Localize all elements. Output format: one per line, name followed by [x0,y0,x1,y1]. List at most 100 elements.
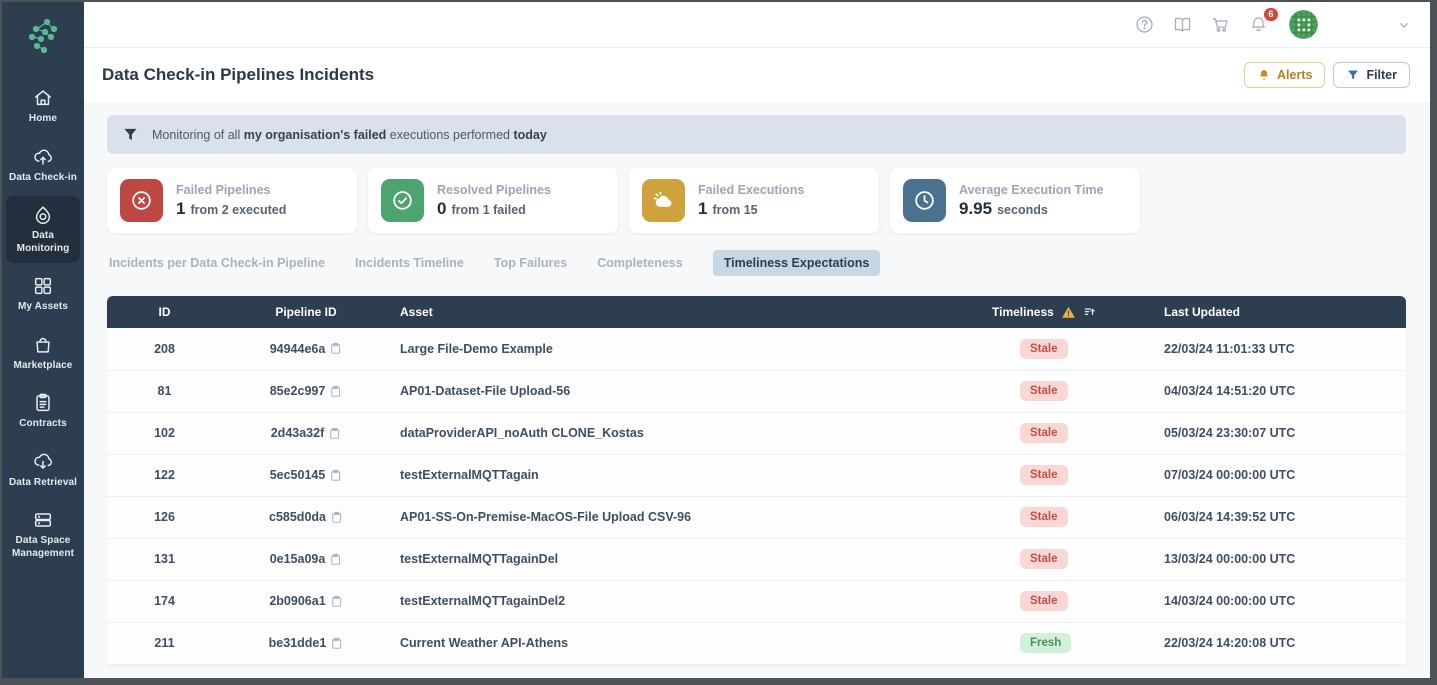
sidebar-item-label: Data Monitoring [16,230,70,254]
tab-completeness[interactable]: Completeness [597,250,682,276]
filter-button[interactable]: Filter [1333,62,1410,88]
sidebar-item-label: Contracts [19,418,67,429]
sidebar-item-label: Home [28,113,58,124]
cell-timeliness: Stale [982,370,1154,413]
cell-id: 102 [107,412,222,455]
documentation-book-icon[interactable] [1172,14,1193,35]
table-header-row: ID Pipeline ID Asset Timeliness Last Upd… [107,296,1406,328]
cell-id: 131 [107,538,222,581]
table-row[interactable]: 131 0e15a09a testExternalMQTTagainDel St… [107,538,1406,581]
filter-button-label: Filter [1366,68,1397,82]
table-row[interactable]: 174 2b0906a1 testExternalMQTTagainDel2 S… [107,580,1406,623]
cell-id: 126 [107,496,222,539]
avatar[interactable] [1289,10,1318,39]
table-row[interactable]: 211 be31dde1 Current Weather API-Athens … [107,622,1406,665]
alerts-button[interactable]: Alerts [1244,62,1326,88]
cell-timeliness: Stale [982,412,1154,455]
page-header: Data Check-in Pipelines Incidents Alerts… [84,48,1430,102]
cell-timeliness: Stale [982,580,1154,623]
sidebar-item-home[interactable]: Home [6,79,80,134]
cell-pipeline-id: 94944e6a [222,328,390,371]
column-header-asset[interactable]: Asset [390,296,982,328]
cloud-upload-icon [32,146,54,168]
chevron-down-icon[interactable] [1396,17,1412,33]
tab-incidents-per-pipeline[interactable]: Incidents per Data Check-in Pipeline [109,250,325,276]
column-header-pipeline-id[interactable]: Pipeline ID [222,296,390,328]
notifications-bell-icon[interactable]: 6 [1248,8,1278,35]
cell-last-updated: 05/03/24 23:30:07 UTC [1154,412,1406,455]
cell-asset: testExternalMQTTagainDel2 [390,580,982,623]
tab-top-failures[interactable]: Top Failures [494,250,567,276]
cart-icon[interactable] [1210,14,1231,35]
copy-icon[interactable] [329,385,342,398]
cell-pipeline-id: 5ec50145 [222,454,390,497]
failed-executions-icon [642,179,685,222]
tab-incidents-timeline[interactable]: Incidents Timeline [355,250,464,276]
topbar: 6 [84,2,1430,48]
sort-icon[interactable] [1083,305,1097,319]
column-header-last-updated[interactable]: Last Updated [1154,296,1406,328]
stat-card-average-execution-time: Average Execution Time 9.95 seconds [890,168,1140,233]
clipboard-icon [32,392,54,414]
cell-last-updated: 13/03/24 00:00:00 UTC [1154,538,1406,581]
table-row[interactable]: 208 94944e6a Large File-Demo Example Sta… [107,328,1406,371]
main-area: 6 Data Check-in Pipelines Incidents Aler… [84,2,1430,678]
server-icon [32,509,54,531]
table-row[interactable]: 81 85e2c997 AP01-Dataset-File Upload-56 … [107,370,1406,413]
stat-label: Failed Pipelines [176,182,271,197]
cell-pipeline-id: 85e2c997 [222,370,390,413]
stat-card-resolved-pipelines: Resolved Pipelines 0 from 1 failed [368,168,618,233]
timeliness-badge: Stale [1020,549,1068,569]
cell-asset: Current Weather API-Athens [390,622,982,665]
cell-timeliness: Stale [982,496,1154,539]
sidebar-item-data-retrieval[interactable]: Data Retrieval [6,443,80,498]
stat-value: 9.95 [959,198,993,218]
cell-last-updated: 07/03/24 00:00:00 UTC [1154,454,1406,497]
copy-icon[interactable] [329,469,342,482]
copy-icon[interactable] [330,595,343,608]
brand-logo[interactable] [2,2,84,77]
column-header-timeliness[interactable]: Timeliness [982,296,1154,328]
cell-pipeline-id: 2b0906a1 [222,580,390,623]
home-icon [32,87,54,109]
tab-timeliness-expectations[interactable]: Timeliness Expectations [712,250,881,276]
sidebar-item-data-space-management[interactable]: Data Space Management [6,501,80,568]
table-row[interactable]: 126 c585d0da AP01-SS-On-Premise-MacOS-Fi… [107,496,1406,539]
stat-card-failed-pipelines: Failed Pipelines 1 from 2 executed [107,168,357,233]
copy-icon[interactable] [328,427,341,440]
timeliness-header-label: Timeliness [992,305,1054,319]
cloud-download-icon [32,451,54,473]
alert-bell-icon [1259,70,1269,80]
table-row[interactable]: 122 5ec50145 testExternalMQTTagain Stale… [107,454,1406,497]
stat-suffix: from 15 [712,202,758,217]
monitoring-banner: Monitoring of all my organisation's fail… [107,115,1406,154]
stat-value: 1 [698,198,708,218]
sidebar: Home Data Check-in Data Monitoring My As… [2,2,84,678]
sidebar-item-marketplace[interactable]: Marketplace [6,326,80,381]
sidebar-item-data-check-in[interactable]: Data Check-in [6,138,80,193]
sidebar-item-contracts[interactable]: Contracts [6,384,80,439]
column-header-id[interactable]: ID [107,296,222,328]
copy-icon[interactable] [330,511,343,524]
sidebar-item-data-monitoring[interactable]: Data Monitoring [6,196,80,263]
stat-suffix: from 1 failed [451,202,526,217]
warning-triangle-icon [1061,306,1075,318]
cell-last-updated: 22/03/24 14:20:08 UTC [1154,622,1406,665]
logo-dots-icon [28,18,58,54]
copy-icon[interactable] [329,553,342,566]
stat-label: Resolved Pipelines [437,182,551,197]
cell-asset: Large File-Demo Example [390,328,982,371]
cell-timeliness: Stale [982,538,1154,581]
sidebar-item-label: Data Retrieval [8,476,78,488]
timeliness-table: ID Pipeline ID Asset Timeliness Last Upd… [107,296,1406,665]
table-row[interactable]: 102 2d43a32f dataProviderAPI_noAuth CLON… [107,412,1406,455]
sidebar-item-label: Marketplace [13,359,73,371]
copy-icon[interactable] [330,637,343,650]
sidebar-item-my-assets[interactable]: My Assets [6,267,80,322]
cell-pipeline-id: 0e15a09a [222,538,390,581]
stat-label: Failed Executions [698,182,805,197]
copy-icon[interactable] [329,342,342,355]
cell-timeliness: Stale [982,454,1154,497]
filter-funnel-icon [1348,70,1359,80]
help-icon[interactable] [1134,14,1155,35]
